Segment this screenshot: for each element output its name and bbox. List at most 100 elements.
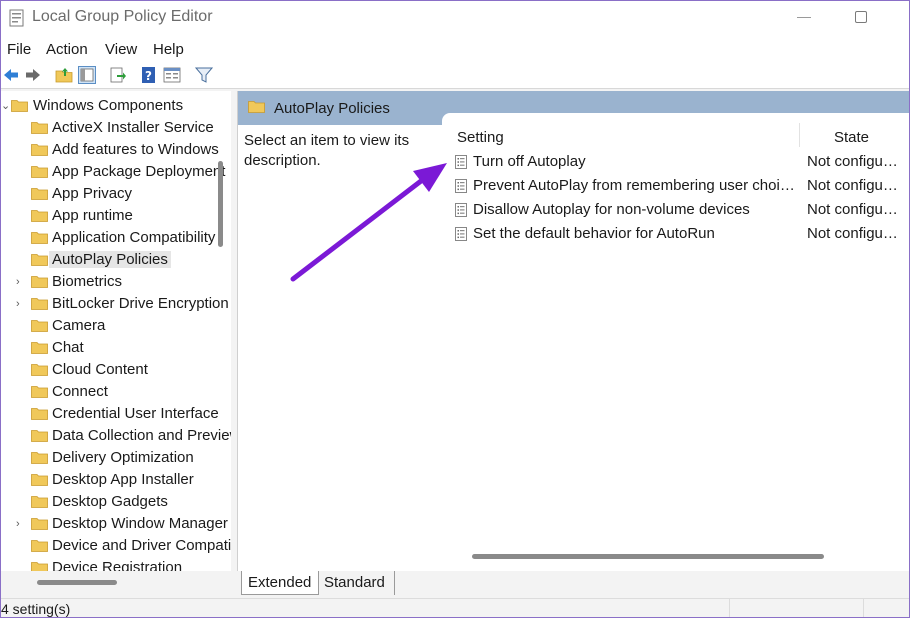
folder-icon [31, 430, 48, 442]
tree-item[interactable]: App Privacy [1, 183, 231, 205]
tree-item[interactable]: App Package Deployment [1, 161, 231, 183]
expand-chevron-icon[interactable]: › [16, 277, 24, 288]
column-header-setting[interactable]: Setting [457, 129, 504, 146]
filter-icon[interactable] [195, 66, 213, 84]
status-separator [863, 599, 864, 617]
column-divider[interactable] [799, 123, 800, 147]
export-list-icon[interactable] [109, 66, 127, 84]
setting-state: Not configured [807, 225, 899, 242]
menu-file[interactable]: File [7, 41, 31, 58]
show-hide-tree-icon[interactable] [78, 66, 96, 84]
folder-icon [31, 122, 48, 134]
tree-item-label: Camera [52, 317, 106, 334]
folder-icon [31, 320, 48, 332]
list-horizontal-scrollbar[interactable] [472, 554, 824, 559]
tree-item-label: ActiveX Installer Service [52, 119, 214, 136]
toolbar: ? [1, 63, 909, 89]
tree-item-label: Add features to Windows [52, 141, 219, 158]
tree-item[interactable]: › BitLocker Drive Encryption [1, 293, 231, 315]
back-arrow-icon[interactable] [2, 66, 20, 84]
folder-icon [31, 408, 48, 420]
up-folder-icon[interactable] [55, 66, 73, 84]
tree-item[interactable]: App runtime [1, 205, 231, 227]
menu-help[interactable]: Help [153, 41, 184, 58]
tree-pane[interactable]: ⌄ Windows Components ActiveX Installer S… [1, 91, 231, 571]
status-bar: 4 setting(s) [1, 598, 909, 617]
title-bar: Local Group Policy Editor [1, 1, 909, 35]
properties-icon[interactable] [163, 66, 181, 84]
tree-item[interactable]: Application Compatibility [1, 227, 231, 249]
maximize-button[interactable] [855, 11, 867, 23]
tree-vertical-scrollbar[interactable] [218, 161, 223, 247]
settings-list: Setting State Turn off Autoplay Not confi… [442, 113, 909, 569]
tree-item[interactable]: Cloud Content [1, 359, 231, 381]
status-text: 4 setting(s) [1, 601, 71, 617]
tree-item[interactable]: › Biometrics [1, 271, 231, 293]
setting-state: Not configured [807, 153, 899, 170]
tree-root[interactable]: ⌄ Windows Components [1, 95, 231, 117]
tree-item-label: Desktop Window Manager [52, 515, 228, 532]
tree-item[interactable]: Delivery Optimization [1, 447, 231, 469]
folder-icon [31, 232, 48, 244]
tree-item[interactable]: Chat [1, 337, 231, 359]
folder-icon [31, 496, 48, 508]
table-row[interactable]: Set the default behavior for AutoRun Not … [442, 222, 909, 246]
menu-view[interactable]: View [105, 41, 137, 58]
table-row[interactable]: Turn off Autoplay Not configured [442, 150, 909, 174]
tree-item[interactable]: AutoPlay Policies [1, 249, 231, 271]
folder-icon [31, 562, 48, 571]
tree-item[interactable]: Camera [1, 315, 231, 337]
tree-item[interactable]: Desktop Gadgets [1, 491, 231, 513]
table-row[interactable]: Disallow Autoplay for non-volume devices… [442, 198, 909, 222]
tree-horizontal-scrollbar[interactable] [37, 580, 117, 585]
expand-chevron-icon[interactable]: › [16, 519, 24, 530]
window-title: Local Group Policy Editor [32, 8, 213, 25]
policy-editor-icon [9, 9, 24, 27]
folder-icon [31, 386, 48, 398]
setting-name: Disallow Autoplay for non-volume devices [473, 201, 750, 218]
tree-item[interactable]: Desktop App Installer [1, 469, 231, 491]
tree-item[interactable]: Device and Driver Compatibility [1, 535, 231, 557]
tree-item-label: BitLocker Drive Encryption [52, 295, 229, 312]
tree-item[interactable]: Data Collection and Preview Builds [1, 425, 231, 447]
column-header-state[interactable]: State [834, 129, 869, 146]
expand-chevron-icon[interactable]: › [16, 299, 24, 310]
setting-state: Not configured [807, 201, 899, 218]
folder-icon [31, 166, 48, 178]
folder-icon [11, 100, 28, 112]
folder-icon [248, 101, 265, 113]
folder-icon [31, 298, 48, 310]
help-icon[interactable]: ? [140, 66, 158, 84]
tab-standard[interactable]: Standard [319, 571, 395, 595]
description-text: Select an item to view its description. [244, 132, 410, 169]
tree-item-label: Device and Driver Compatibility [52, 537, 231, 554]
menu-action[interactable]: Action [46, 41, 88, 58]
tree-item-label: Data Collection and Preview Builds [52, 427, 231, 444]
tab-extended[interactable]: Extended [241, 571, 319, 595]
folder-icon [31, 188, 48, 200]
forward-arrow-icon[interactable] [24, 66, 42, 84]
tree-item[interactable]: Device Registration [1, 557, 231, 571]
tree-item-label: Application Compatibility [52, 229, 216, 246]
details-pane: AutoPlay Policies Select an item to view… [237, 91, 909, 571]
tree-item[interactable]: Connect [1, 381, 231, 403]
tree-item[interactable]: Add features to Windows [1, 139, 231, 161]
folder-icon [31, 276, 48, 288]
collapse-chevron-icon[interactable]: ⌄ [1, 101, 10, 112]
folder-icon [31, 540, 48, 552]
tree-item[interactable]: Credential User Interface [1, 403, 231, 425]
minimize-button[interactable] [797, 17, 811, 18]
folder-icon [31, 254, 48, 266]
tree-item-label: Chat [52, 339, 84, 356]
folder-icon [31, 144, 48, 156]
policy-setting-icon [455, 227, 467, 241]
tree-item[interactable]: › Desktop Window Manager [1, 513, 231, 535]
folder-icon [31, 210, 48, 222]
tree-item-label: Cloud Content [52, 361, 148, 378]
tree-item-label: Desktop Gadgets [52, 493, 168, 510]
tree-item-label: Connect [52, 383, 108, 400]
tree-item[interactable]: ActiveX Installer Service [1, 117, 231, 139]
table-row[interactable]: Prevent AutoPlay from remembering user c… [442, 174, 909, 198]
tree-item-label: App Package Deployment [52, 163, 226, 180]
menu-bar: File Action View Help [1, 35, 909, 63]
